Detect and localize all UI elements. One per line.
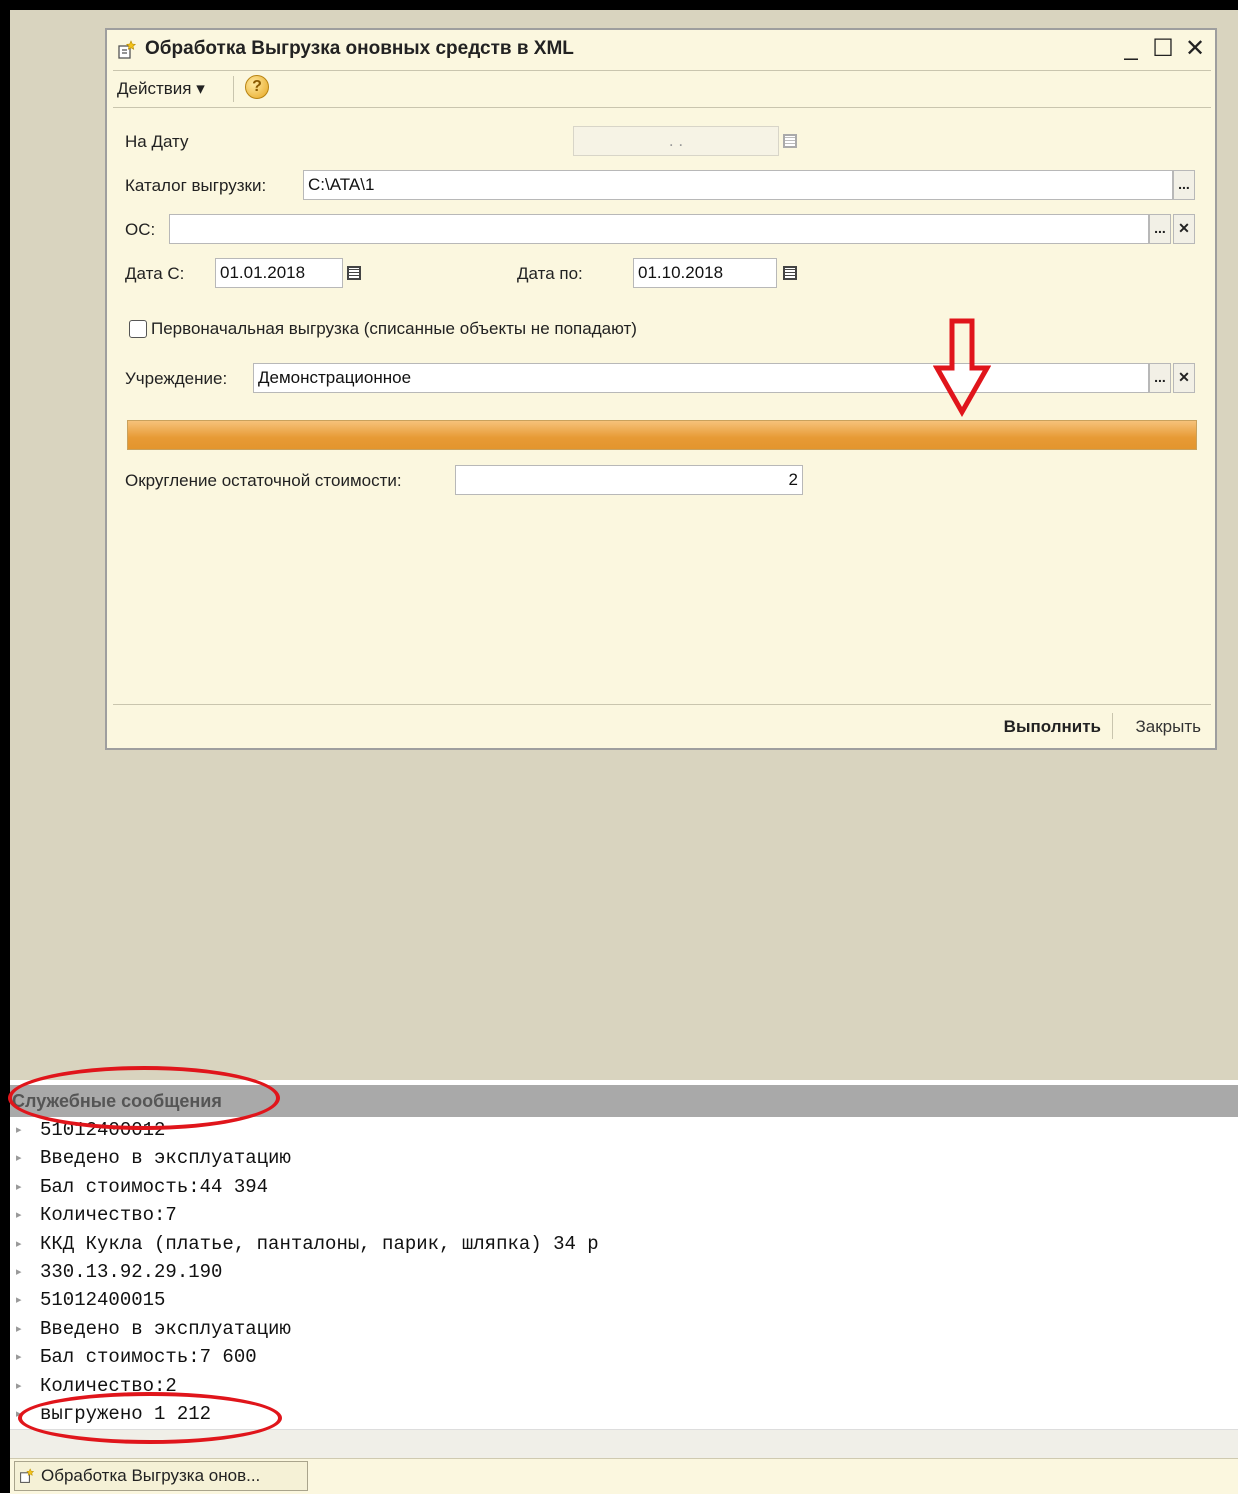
institution-select-button[interactable]: ... bbox=[1149, 363, 1171, 393]
close-button[interactable]: Закрыть bbox=[1136, 717, 1201, 737]
messages-title: Служебные сообщения bbox=[12, 1091, 222, 1111]
on-date-field: . . bbox=[573, 126, 779, 156]
date-from-input[interactable]: 01.01.2018 bbox=[215, 258, 343, 288]
message-marker-icon: ▸ bbox=[16, 1124, 22, 1137]
title-bar[interactable]: Обработка Выгрузка оновных средств в XML… bbox=[107, 30, 1215, 70]
maximize-button[interactable]: ☐ bbox=[1149, 34, 1177, 63]
institution-label: Учреждение: bbox=[125, 369, 228, 388]
message-line: ▸ 51012400015 bbox=[16, 1289, 165, 1317]
toolbar-separator bbox=[233, 76, 234, 102]
message-marker-icon: ▸ bbox=[16, 1266, 22, 1279]
date-from-calendar-icon[interactable] bbox=[343, 258, 365, 288]
taskbar-item[interactable]: Обработка Выгрузка онов... bbox=[14, 1461, 308, 1491]
message-line: ▸ Введено в эксплуатацию bbox=[16, 1147, 291, 1175]
message-line: ▸ 51012400012 bbox=[16, 1119, 165, 1147]
message-text: 51012400012 bbox=[40, 1119, 166, 1141]
message-text: Бал стоимость:7 600 bbox=[40, 1346, 257, 1369]
os-select-button[interactable]: ... bbox=[1149, 214, 1171, 244]
screen-top-edge bbox=[0, 0, 1238, 10]
message-line: ▸ Бал стоимость:7 600 bbox=[16, 1346, 257, 1374]
message-line: ▸ выгружено 1 212 bbox=[16, 1403, 211, 1429]
processing-icon bbox=[20, 1468, 35, 1483]
date-to-input[interactable]: 01.10.2018 bbox=[633, 258, 777, 288]
message-marker-icon: ▸ bbox=[16, 1153, 22, 1166]
os-input[interactable] bbox=[169, 214, 1149, 244]
institution-input[interactable]: Демонстрационное bbox=[253, 363, 1149, 393]
catalog-label: Каталог выгрузки: bbox=[125, 176, 267, 195]
on-date-label: На Дату bbox=[125, 132, 189, 151]
message-marker-icon: ▸ bbox=[16, 1181, 22, 1194]
message-line: ▸ ККД Кукла (платье, панталоны, парик, шл… bbox=[16, 1233, 599, 1261]
help-icon[interactable]: ? bbox=[245, 75, 269, 99]
catalog-select-button[interactable]: ... bbox=[1173, 170, 1195, 200]
red-down-arrow-icon bbox=[933, 318, 991, 418]
message-marker-icon: ▸ bbox=[16, 1352, 22, 1365]
minimize-button[interactable]: _ bbox=[1117, 34, 1145, 62]
message-text: Количество:7 bbox=[40, 1204, 177, 1227]
message-line: ▸ Бал стоимость:44 394 bbox=[16, 1176, 268, 1204]
taskbar: Обработка Выгрузка онов... bbox=[10, 1458, 1238, 1494]
rounding-input[interactable]: 2 bbox=[455, 465, 803, 495]
rounding-label: Округление остаточной стоимости: bbox=[125, 471, 402, 490]
message-marker-icon: ▸ bbox=[16, 1380, 22, 1393]
export-dialog-window: Обработка Выгрузка оновных средств в XML… bbox=[105, 28, 1217, 750]
institution-clear-button[interactable]: ✕ bbox=[1173, 363, 1195, 393]
messages-panel[interactable]: ▸ 51012400012 ▸ Введено в эксплуатацию ▸ Бал … bbox=[10, 1117, 1238, 1429]
calendar-icon bbox=[779, 126, 801, 156]
date-to-calendar-icon[interactable] bbox=[779, 258, 801, 288]
date-from-label: Дата С: bbox=[125, 264, 185, 283]
progress-bar-fill bbox=[128, 421, 1196, 449]
os-label: ОС: bbox=[125, 220, 156, 239]
screen-left-edge bbox=[0, 0, 10, 1493]
horizontal-scrollbar[interactable] bbox=[10, 1429, 1238, 1458]
close-window-button[interactable]: ✕ bbox=[1181, 34, 1209, 63]
message-line: ▸ Количество:7 bbox=[16, 1204, 177, 1232]
message-text: 330.13.92.29.190 bbox=[40, 1261, 223, 1283]
message-text: 51012400015 bbox=[40, 1289, 166, 1312]
message-text: Бал стоимость:44 394 bbox=[40, 1175, 269, 1198]
message-marker-icon: ▸ bbox=[16, 1408, 22, 1421]
os-clear-button[interactable]: ✕ bbox=[1173, 214, 1195, 244]
message-text: ККД Кукла (платье, панталоны, парик, шля… bbox=[40, 1232, 599, 1255]
message-text: Введено в эксплуатацию bbox=[40, 1317, 291, 1340]
window-title: Обработка Выгрузка оновных средств в XML bbox=[145, 38, 574, 59]
actions-menu[interactable]: Действия ▾ bbox=[117, 79, 205, 99]
run-button[interactable]: Выполнить bbox=[1004, 717, 1101, 737]
date-to-label: Дата по: bbox=[517, 264, 583, 283]
initial-export-checkbox[interactable] bbox=[129, 320, 147, 338]
message-text: Количество:2 bbox=[40, 1374, 177, 1397]
catalog-input[interactable]: C:\ATA\1 bbox=[303, 170, 1173, 200]
button-separator bbox=[1112, 713, 1113, 739]
message-marker-icon: ▸ bbox=[16, 1323, 22, 1336]
message-line: ▸ Количество:2 bbox=[16, 1375, 177, 1403]
toolbar: Действия ▾ ? bbox=[113, 70, 1211, 108]
progress-bar bbox=[127, 420, 1197, 450]
messages-panel-header: Служебные сообщения bbox=[10, 1085, 1238, 1117]
processing-icon bbox=[118, 40, 137, 59]
taskbar-item-label: Обработка Выгрузка онов... bbox=[41, 1466, 261, 1485]
message-marker-icon: ▸ bbox=[16, 1210, 22, 1223]
message-marker-icon: ▸ bbox=[16, 1238, 22, 1251]
dialog-button-bar: Выполнить Закрыть bbox=[113, 704, 1211, 747]
message-text: выгружено 1 212 bbox=[40, 1403, 212, 1425]
message-marker-icon: ▸ bbox=[16, 1295, 22, 1308]
message-line: ▸ Введено в эксплуатацию bbox=[16, 1318, 291, 1346]
initial-export-label: Первоначальная выгрузка (списанные объек… bbox=[151, 319, 637, 338]
message-line: ▸ 330.13.92.29.190 bbox=[16, 1261, 222, 1289]
message-text: Введено в эксплуатацию bbox=[40, 1147, 291, 1170]
